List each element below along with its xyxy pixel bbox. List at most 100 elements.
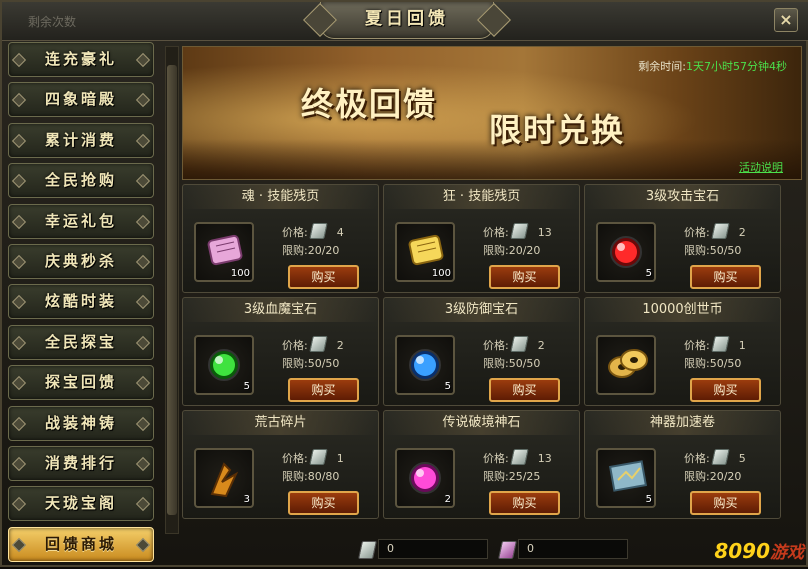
scroll-thumb[interactable] [167, 65, 177, 515]
limit-value: 20/20 [709, 470, 742, 483]
buy-button[interactable]: 购买 [489, 378, 560, 402]
item-slot[interactable]: 2 [395, 448, 455, 508]
limit-label: 限购: [684, 357, 710, 370]
sidebar-item[interactable]: 庆典秒杀 [8, 243, 154, 279]
item-slot[interactable]: 5 [194, 335, 254, 395]
ticket-icon [309, 336, 328, 352]
buy-button[interactable]: 购买 [690, 378, 761, 402]
item-slot[interactable] [596, 335, 656, 395]
event-window: 剩余次数 夏日回馈 × 连充豪礼四象暗殿累计消费全民抢购幸运礼包庆典秒杀炫酷时装… [0, 0, 808, 567]
watermark-logo: 8090游戏 [714, 538, 804, 563]
limit-label: 限购: [282, 470, 308, 483]
shop-item-card: 荒古碎片 3 价格: 1 限购:80/80 购买 [182, 410, 379, 519]
ticket-icon [711, 336, 730, 352]
sidebar-item[interactable]: 幸运礼包 [8, 203, 154, 239]
price-value: 1 [738, 339, 746, 352]
item-price: 价格: 13 [483, 449, 552, 466]
limit-value: 20/20 [307, 244, 340, 257]
item-limit: 限购:20/20 [483, 242, 540, 258]
buy-button[interactable]: 购买 [489, 265, 560, 289]
shop-item-card: 狂 · 技能残页 100 价格: 13 限购:20/20 购买 [383, 184, 580, 293]
sidebar-item[interactable]: 回馈商城 [8, 526, 154, 562]
item-name: 3级防御宝石 [384, 298, 579, 322]
shop-item-card: 10000创世币 价格: 1 限购:50/50 购买 [584, 297, 781, 406]
sidebar-item[interactable]: 连充豪礼 [8, 42, 154, 77]
price-value: 4 [336, 226, 344, 239]
buy-button[interactable]: 购买 [288, 378, 359, 402]
purple-ticket-icon [498, 541, 517, 559]
limit-label: 限购: [282, 357, 308, 370]
shop-grid: 魂 · 技能残页 100 价格: 4 限购:20/20 购买 狂 · 技能残页 1… [182, 184, 802, 519]
price-value: 1 [336, 452, 344, 465]
item-name: 魂 · 技能残页 [183, 185, 378, 209]
price-label: 价格: [684, 226, 710, 239]
item-limit: 限购:50/50 [483, 355, 540, 371]
buy-button[interactable]: 购买 [690, 265, 761, 289]
item-quantity: 3 [243, 494, 250, 505]
item-limit: 限购:50/50 [684, 242, 741, 258]
item-limit: 限购:50/50 [282, 355, 339, 371]
item-price: 价格: 2 [684, 223, 746, 240]
ticket-icon [711, 223, 730, 239]
buy-button[interactable]: 购买 [288, 265, 359, 289]
sidebar-item[interactable]: 全民抢购 [8, 163, 154, 199]
item-limit: 限购:25/25 [483, 468, 540, 484]
buy-button[interactable]: 购买 [690, 491, 761, 515]
item-slot[interactable]: 100 [395, 222, 455, 282]
silver-ticket-icon [358, 541, 377, 559]
watermark-text-2: 游戏 [770, 543, 804, 563]
item-slot[interactable]: 100 [194, 222, 254, 282]
shop-item-card: 3级攻击宝石 5 价格: 2 限购:50/50 购买 [584, 184, 781, 293]
sidebar-item[interactable]: 战装神铸 [8, 405, 154, 441]
remaining-label: 剩余次数 [28, 15, 77, 29]
sidebar-item[interactable]: 全民探宝 [8, 324, 154, 360]
close-button[interactable]: × [774, 8, 798, 32]
item-quantity: 5 [645, 268, 652, 279]
rules-link[interactable]: 活动说明 [739, 159, 783, 175]
shop-item-card: 3级血魔宝石 5 价格: 2 限购:50/50 购买 [182, 297, 379, 406]
price-label: 价格: [684, 339, 710, 352]
sidebar-item[interactable]: 天珑宝阁 [8, 486, 154, 522]
price-value: 2 [738, 226, 746, 239]
buy-button[interactable]: 购买 [489, 491, 560, 515]
shop-item-card: 传说破境神石 2 价格: 13 限购:25/25 购买 [383, 410, 580, 519]
item-price: 价格: 2 [282, 336, 344, 353]
buy-button[interactable]: 购买 [288, 491, 359, 515]
item-slot[interactable]: 3 [194, 448, 254, 508]
event-banner: 终极回馈 限时兑换 剩余时间:1天7小时57分钟4秒 活动说明 [182, 46, 802, 180]
currency-bar: 0 0 8090游戏 [182, 532, 808, 569]
price-value: 2 [336, 339, 344, 352]
item-quantity: 100 [431, 268, 451, 279]
title-bar: 剩余次数 夏日回馈 × [2, 2, 808, 41]
price-label: 价格: [483, 452, 509, 465]
sidebar-item[interactable]: 探宝回馈 [8, 365, 154, 401]
item-quantity: 5 [645, 494, 652, 505]
watermark-text-1: 8090 [714, 539, 770, 563]
item-name: 10000创世币 [585, 298, 780, 322]
item-quantity: 2 [444, 494, 451, 505]
item-slot[interactable]: 5 [395, 335, 455, 395]
sidebar-item[interactable]: 炫酷时装 [8, 284, 154, 320]
sidebar-item[interactable]: 累计消费 [8, 122, 154, 158]
purple-ticket-amount: 0 [518, 539, 628, 559]
item-quantity: 5 [243, 381, 250, 392]
limit-value: 80/80 [307, 470, 340, 483]
ticket-icon [510, 449, 529, 465]
item-limit: 限购:80/80 [282, 468, 339, 484]
limit-label: 限购: [684, 244, 710, 257]
price-value: 5 [738, 452, 746, 465]
item-name: 3级血魔宝石 [183, 298, 378, 322]
limit-value: 50/50 [307, 357, 340, 370]
limit-label: 限购: [483, 244, 509, 257]
window-title: 夏日回馈 [320, 2, 494, 39]
sidebar-item[interactable]: 消费排行 [8, 445, 154, 481]
price-label: 价格: [282, 226, 308, 239]
sidebar: 连充豪礼四象暗殿累计消费全民抢购幸运礼包庆典秒杀炫酷时装全民探宝探宝回馈战装神铸… [8, 42, 162, 567]
item-slot[interactable]: 5 [596, 448, 656, 508]
item-price: 价格: 1 [282, 449, 344, 466]
sidebar-scrollbar[interactable] [165, 46, 179, 534]
ticket-icon [309, 223, 328, 239]
limit-value: 20/20 [508, 244, 541, 257]
item-slot[interactable]: 5 [596, 222, 656, 282]
sidebar-item[interactable]: 四象暗殿 [8, 82, 154, 118]
